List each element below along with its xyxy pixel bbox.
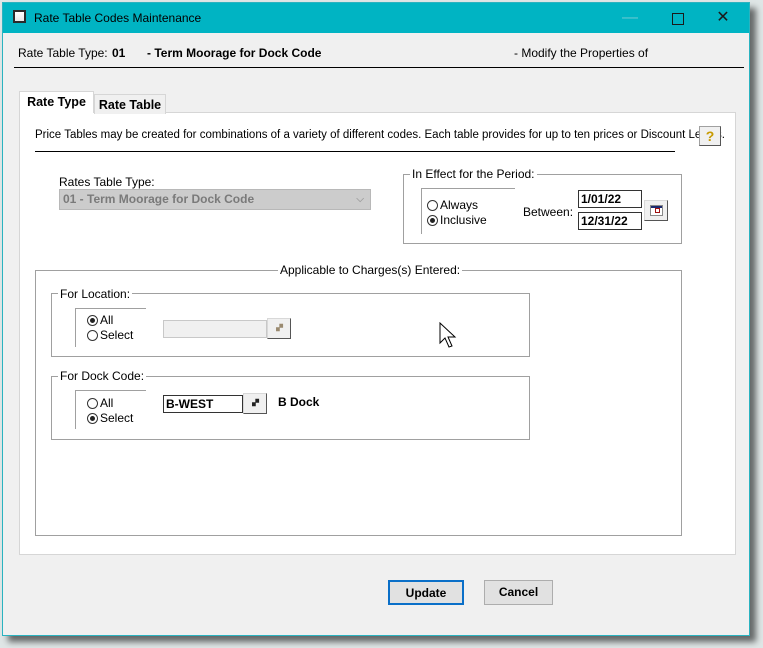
dock-radio-all[interactable]: All (87, 396, 113, 410)
location-radio-select-indicator (87, 329, 98, 341)
intro-text: Price Tables may be created for combinat… (35, 129, 725, 141)
help-icon: ? (705, 128, 715, 144)
help-button[interactable]: ? (699, 126, 721, 146)
dock-radio-select-label: Select (100, 411, 134, 425)
header-divider (14, 67, 744, 68)
app-icon (13, 10, 26, 23)
close-button[interactable]: ✕ (700, 3, 746, 33)
tab-rate-table[interactable]: Rate Table (94, 94, 166, 114)
location-lookup-button[interactable]: 🙾 (267, 318, 291, 339)
location-group-title: For Location: (58, 287, 133, 301)
applicable-group-title: Applicable to Charges(s) Entered: (278, 263, 463, 277)
tab-rate-type[interactable]: Rate Type (19, 91, 94, 113)
location-radio-all-label: All (100, 313, 114, 327)
rates-table-type-select[interactable]: 01 - Term Moorage for Dock Code ⌵ (59, 189, 371, 210)
between-label: Between: (523, 205, 574, 219)
radio-always[interactable]: Always (427, 198, 478, 212)
calendar-button[interactable] (644, 200, 668, 221)
calendar-icon (649, 205, 663, 216)
dock-radio-select[interactable]: Select (87, 411, 133, 425)
intro-divider (35, 151, 675, 152)
location-radio-all[interactable]: All (87, 313, 113, 327)
end-date-input[interactable]: 12/31/22 (578, 212, 642, 230)
dock-code-group-title: For Dock Code: (58, 369, 147, 383)
location-radio-select[interactable]: Select (87, 328, 133, 342)
rate-table-type-label: Rate Table Type: (18, 46, 108, 60)
start-date-input[interactable]: 1/01/22 (578, 190, 642, 208)
dock-radio-select-indicator (87, 412, 98, 424)
chevron-down-icon: ⌵ (356, 194, 364, 205)
mode-text: - Modify the Properties of (514, 46, 649, 60)
radio-always-label: Always (440, 198, 479, 212)
title-bar[interactable]: Rate Table Codes Maintenance — ✕ (3, 3, 749, 33)
maximize-button[interactable] (655, 3, 701, 33)
update-button[interactable]: Update (388, 580, 464, 605)
binoculars-icon: 🙾 (252, 397, 259, 409)
window-title: Rate Table Codes Maintenance (34, 11, 202, 25)
mouse-cursor-icon (439, 322, 457, 348)
rates-table-type-value: 01 - Term Moorage for Dock Code (63, 192, 255, 206)
dock-radio-all-indicator (87, 397, 98, 409)
radio-inclusive-indicator (427, 214, 438, 226)
binoculars-icon: 🙾 (276, 322, 283, 334)
period-group-title: In Effect for the Period: (410, 167, 537, 181)
dock-code-input[interactable]: B-WEST (163, 395, 243, 413)
minimize-button[interactable]: — (607, 3, 653, 33)
radio-inclusive[interactable]: Inclusive (427, 213, 487, 227)
radio-always-indicator (427, 199, 438, 211)
radio-inclusive-label: Inclusive (440, 213, 487, 227)
dock-code-lookup-button[interactable]: 🙾 (243, 393, 267, 414)
dock-code-description: B Dock (278, 395, 320, 409)
location-code-input[interactable] (163, 320, 267, 338)
dock-radio-all-label: All (100, 396, 114, 410)
rate-table-type-description: - Term Moorage for Dock Code (147, 46, 322, 60)
maximize-icon (672, 13, 684, 26)
cancel-button[interactable]: Cancel (484, 580, 553, 605)
location-radio-select-label: Select (100, 328, 134, 342)
rates-table-type-label: Rates Table Type: (59, 175, 155, 189)
rate-table-type-code: 01 (112, 46, 126, 60)
location-radio-all-indicator (87, 314, 98, 326)
